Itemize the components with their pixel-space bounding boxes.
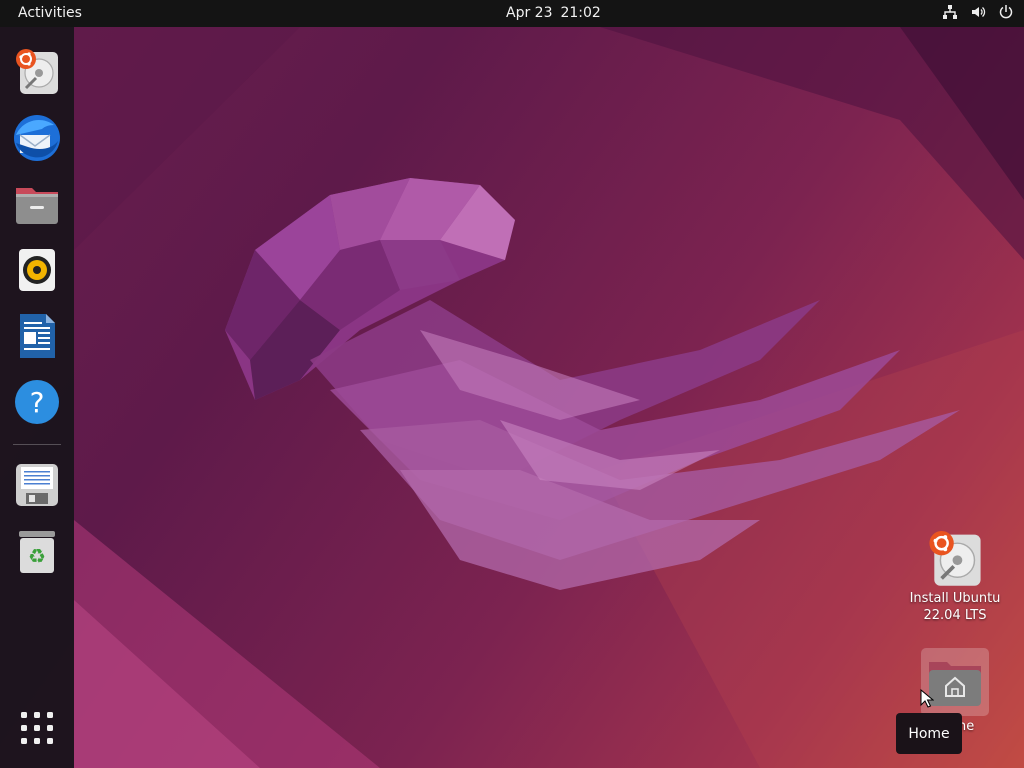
show-apps-button[interactable] xyxy=(11,702,63,754)
clock-date: Apr 23 xyxy=(506,5,553,21)
dock-rhythmbox[interactable] xyxy=(11,244,63,296)
installer-icon xyxy=(16,49,58,94)
svg-text:♻: ♻ xyxy=(28,544,46,568)
dock-help[interactable]: ? xyxy=(11,376,63,428)
desktop-install-ubuntu[interactable]: Install Ubuntu 22.04 LTS xyxy=(905,528,1005,624)
speaker-icon xyxy=(19,249,55,291)
dock-separator xyxy=(13,444,61,445)
home-folder-icon xyxy=(929,662,981,706)
mouse-cursor-icon xyxy=(920,689,934,708)
trash-icon: ♻ xyxy=(19,531,55,573)
power-icon xyxy=(999,5,1013,19)
wallpaper xyxy=(74,27,1024,768)
system-menu-button[interactable] xyxy=(942,4,1014,20)
svg-text:?: ? xyxy=(30,386,45,419)
dock-disk-save[interactable] xyxy=(11,459,63,511)
network-icon xyxy=(943,5,957,19)
home-tooltip: Home xyxy=(896,713,962,754)
clock-button[interactable]: Apr 23 21:02 xyxy=(506,5,601,21)
activities-button[interactable]: Activities xyxy=(18,5,82,21)
writer-document-icon xyxy=(20,314,55,358)
dock: ? ♻ xyxy=(0,27,74,768)
dock-libreoffice-writer[interactable] xyxy=(11,310,63,362)
thunderbird-mail-icon xyxy=(14,115,60,161)
install-ubuntu-label-line1: Install Ubuntu xyxy=(909,591,1001,606)
dock-install-ubuntu[interactable] xyxy=(11,46,63,98)
installer-icon xyxy=(929,531,981,586)
help-icon: ? xyxy=(15,380,59,424)
volume-icon xyxy=(972,7,986,17)
install-ubuntu-label-line2: 22.04 LTS xyxy=(923,608,987,623)
dock-thunderbird[interactable] xyxy=(11,112,63,164)
show-apps-grid-icon xyxy=(21,712,53,744)
files-folder-icon xyxy=(16,188,58,224)
clock-time: 21:02 xyxy=(560,5,601,21)
dock-trash[interactable]: ♻ xyxy=(11,526,63,578)
dock-files[interactable] xyxy=(11,178,63,230)
disk-save-icon xyxy=(16,464,58,506)
top-bar: Activities Apr 23 21:02 xyxy=(0,0,1024,27)
